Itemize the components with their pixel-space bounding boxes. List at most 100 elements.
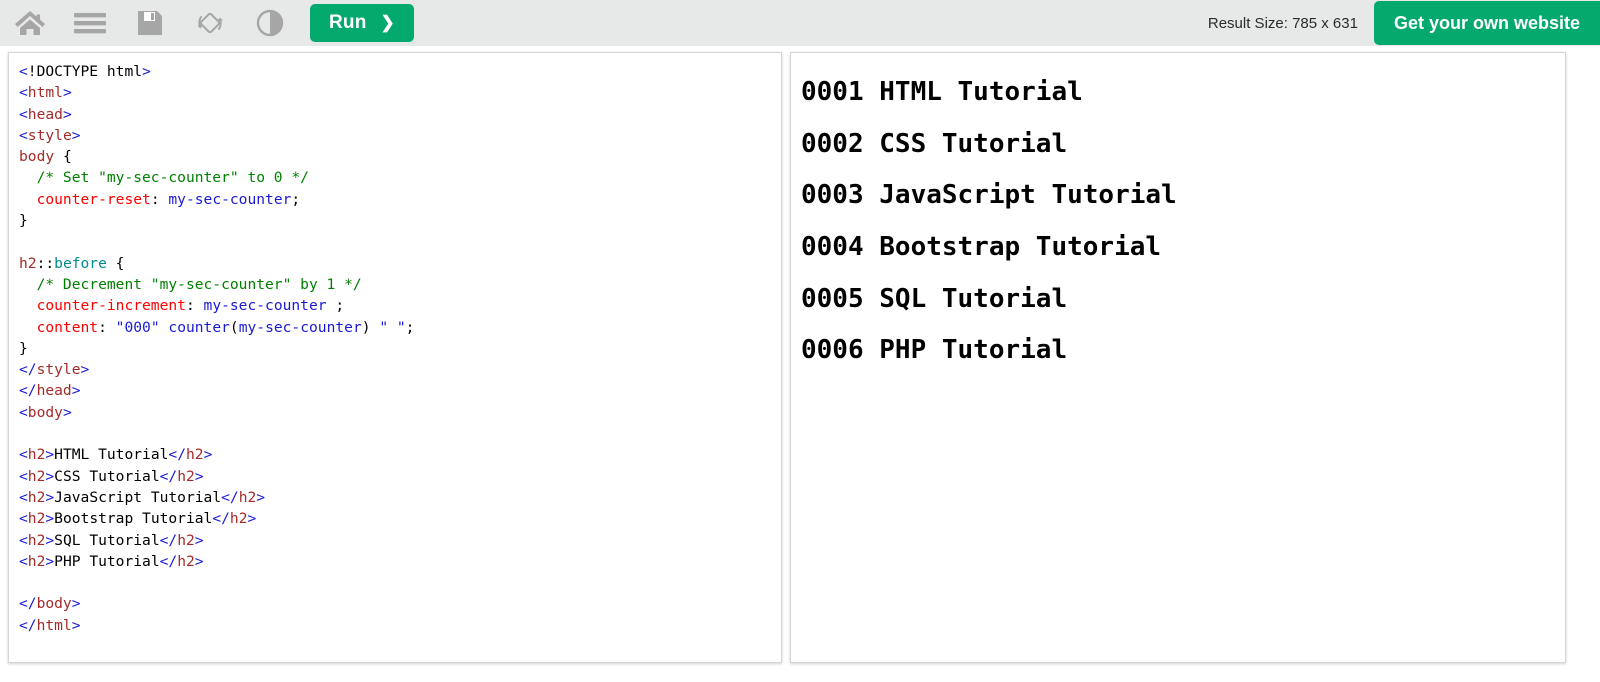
code-token: < bbox=[19, 488, 28, 506]
code-token: h2 bbox=[19, 254, 37, 272]
code-token: </ bbox=[159, 552, 178, 570]
code-token: before bbox=[54, 254, 107, 272]
code-token: </ bbox=[19, 361, 37, 379]
code-token: : bbox=[98, 318, 116, 336]
code-token: body bbox=[19, 148, 55, 166]
code-token: > bbox=[80, 361, 90, 379]
toolbar: Run ❯ Result Size: 785 x 631 Get your ow… bbox=[0, 0, 1600, 46]
code-token: h2 bbox=[185, 446, 204, 464]
code-token: style bbox=[36, 361, 81, 379]
code-token: h2 bbox=[238, 488, 257, 506]
result-heading-row: 0006 PHP Tutorial bbox=[801, 335, 1555, 366]
code-token: h2 bbox=[229, 510, 248, 528]
code-token: < bbox=[19, 467, 28, 485]
code-token: counter-increment bbox=[36, 297, 186, 315]
run-button[interactable]: Run ❯ bbox=[310, 4, 414, 42]
code-token: /* Set "my-sec-counter" to 0 */ bbox=[36, 169, 309, 187]
code-token: > bbox=[194, 531, 204, 549]
result-heading-row: 0002 CSS Tutorial bbox=[801, 129, 1555, 160]
result-heading-row: 0004 Bootstrap Tutorial bbox=[801, 232, 1555, 263]
code-token: > bbox=[62, 105, 72, 123]
code-token: !DOCTYPE html bbox=[27, 63, 143, 80]
code-token: h2 bbox=[27, 467, 46, 485]
editor-panes: <!DOCTYPE html> <html> <head> <style> bo… bbox=[0, 46, 1600, 682]
code-token: h2 bbox=[27, 510, 46, 528]
code-token: </ bbox=[168, 446, 186, 464]
code-token: ( bbox=[229, 318, 239, 336]
code-token: </ bbox=[212, 510, 230, 528]
code-token: h2 bbox=[27, 488, 46, 506]
result-heading-row: 0003 JavaScript Tutorial bbox=[801, 180, 1555, 211]
rotate-icon[interactable] bbox=[180, 0, 240, 46]
result-heading-row: 0001 HTML Tutorial bbox=[801, 77, 1555, 108]
code-token: Bootstrap Tutorial bbox=[54, 510, 213, 528]
code-token: } bbox=[19, 212, 28, 230]
code-token: > bbox=[45, 552, 55, 570]
save-icon[interactable] bbox=[120, 0, 180, 46]
code-token: < bbox=[19, 531, 28, 549]
code-token: HTML Tutorial bbox=[54, 446, 169, 464]
code-token: ; bbox=[291, 190, 301, 208]
code-token: > bbox=[62, 403, 72, 421]
code-token: </ bbox=[19, 616, 37, 634]
code-token: < bbox=[19, 84, 28, 102]
get-your-own-website-button[interactable]: Get your own website bbox=[1373, 1, 1600, 45]
code-token: head bbox=[27, 105, 63, 123]
code-token: html bbox=[36, 616, 72, 634]
code-token: > bbox=[45, 446, 55, 464]
code-token: > bbox=[71, 595, 81, 613]
code-token: > bbox=[247, 510, 257, 528]
code-token: : bbox=[185, 297, 204, 315]
code-token: my-sec-counter bbox=[168, 190, 292, 208]
run-button-label: Run bbox=[329, 12, 367, 33]
home-icon[interactable] bbox=[0, 0, 60, 46]
code-token: > bbox=[45, 510, 55, 528]
code-token: > bbox=[71, 126, 81, 144]
contrast-icon[interactable] bbox=[240, 0, 300, 46]
code-token: > bbox=[45, 531, 55, 549]
code-token: body bbox=[36, 595, 72, 613]
code-token: content bbox=[36, 318, 99, 336]
code-token: counter bbox=[168, 318, 230, 336]
code-token: counter-reset bbox=[36, 190, 151, 208]
code-token: </ bbox=[159, 467, 178, 485]
menu-icon[interactable] bbox=[60, 0, 120, 46]
code-token: : bbox=[150, 190, 169, 208]
code-token: < bbox=[19, 105, 28, 123]
code-token: < bbox=[19, 126, 28, 144]
code-token: </ bbox=[159, 531, 178, 549]
code-token: h2 bbox=[27, 446, 46, 464]
code-token: </ bbox=[19, 595, 37, 613]
code-token: < bbox=[19, 552, 28, 570]
code-token: > bbox=[142, 63, 151, 80]
code-token: } bbox=[19, 339, 28, 357]
result-heading-row: 0005 SQL Tutorial bbox=[801, 284, 1555, 315]
code-editor-pane[interactable]: <!DOCTYPE html> <html> <head> <style> bo… bbox=[8, 52, 782, 663]
code-token: > bbox=[203, 446, 213, 464]
result-heading: 0005 SQL Tutorial bbox=[801, 283, 1068, 314]
result-size-label: Result Size: 785 x 631 bbox=[1207, 14, 1358, 32]
code-token: SQL Tutorial bbox=[54, 531, 160, 549]
result-heading: 0001 HTML Tutorial bbox=[801, 77, 1083, 107]
code-token: < bbox=[19, 446, 28, 464]
code-token: h2 bbox=[177, 531, 195, 549]
result-heading: 0006 PHP Tutorial bbox=[801, 335, 1068, 366]
result-heading: 0003 JavaScript Tutorial bbox=[801, 180, 1177, 211]
code-token: > bbox=[256, 488, 266, 506]
code-token: h2 bbox=[177, 552, 195, 570]
code-token: > bbox=[71, 382, 81, 400]
code-token: my-sec-counter bbox=[238, 318, 362, 336]
code-token: ; bbox=[405, 318, 415, 336]
code-token: > bbox=[194, 467, 204, 485]
code-token: > bbox=[194, 552, 204, 570]
code-token: /* Decrement "my-sec-counter" by 1 */ bbox=[36, 275, 362, 293]
code-token: :: bbox=[36, 254, 55, 272]
code-editor-text[interactable]: <!DOCTYPE html> <html> <head> <style> bo… bbox=[9, 53, 781, 646]
code-token: < bbox=[19, 403, 28, 421]
chevron-right-icon: ❯ bbox=[380, 12, 395, 32]
toolbar-right-group: Result Size: 785 x 631 Get your own webs… bbox=[1208, 0, 1600, 46]
code-token: > bbox=[45, 467, 55, 485]
